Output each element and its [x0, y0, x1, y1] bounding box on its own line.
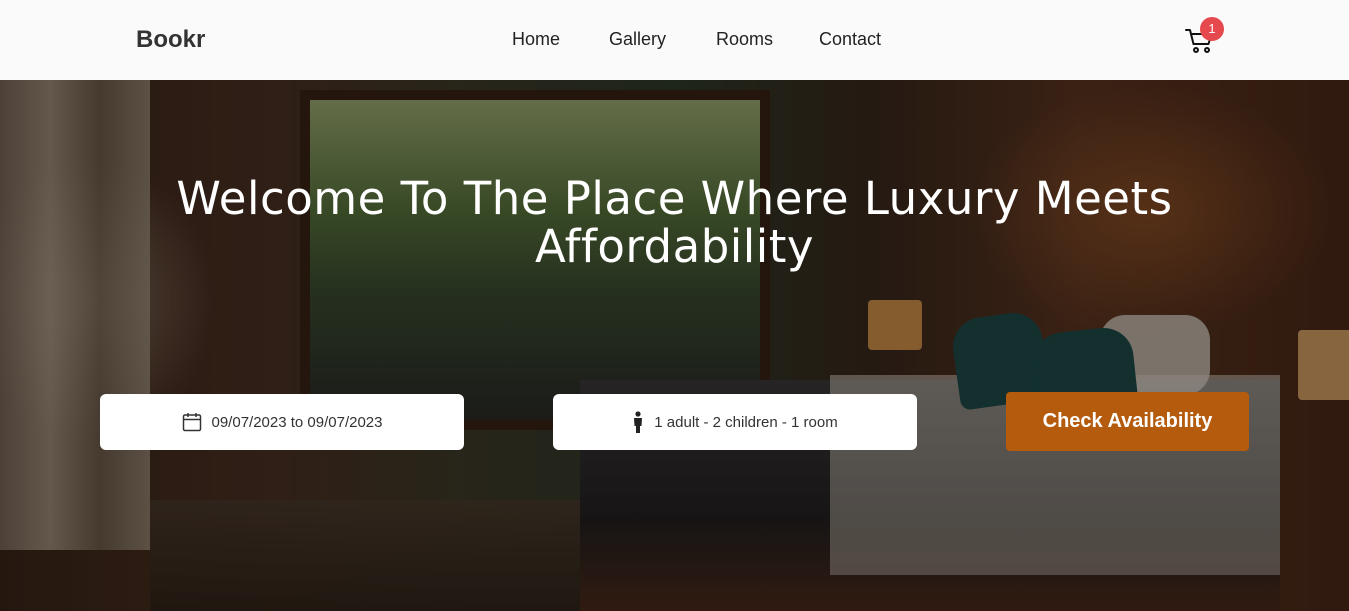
guests-selector[interactable]: 1 adult - 2 children - 1 room [553, 394, 917, 450]
date-range-value: 09/07/2023 to 09/07/2023 [211, 413, 383, 431]
navbar: Bookr Home Gallery Rooms Contact 1 [0, 0, 1349, 80]
nav-link-home[interactable]: Home [512, 29, 560, 50]
cart-count-badge: 1 [1200, 17, 1224, 41]
nav-link-gallery[interactable]: Gallery [609, 29, 666, 50]
guests-value: 1 adult - 2 children - 1 room [654, 413, 838, 431]
hero-dark-overlay [0, 80, 1349, 611]
nav-link-rooms[interactable]: Rooms [716, 29, 773, 50]
hero-title: Welcome To The Place Where Luxury Meets … [176, 172, 1173, 273]
hero-section: Welcome To The Place Where Luxury Meets … [0, 80, 1349, 611]
brand-logo[interactable]: Bookr [136, 26, 205, 54]
calendar-icon [182, 412, 202, 432]
date-range-picker[interactable]: 09/07/2023 to 09/07/2023 [100, 394, 464, 450]
nav-link-contact[interactable]: Contact [819, 29, 881, 50]
person-icon [632, 411, 644, 433]
check-availability-button[interactable]: Check Availability [1006, 392, 1249, 451]
